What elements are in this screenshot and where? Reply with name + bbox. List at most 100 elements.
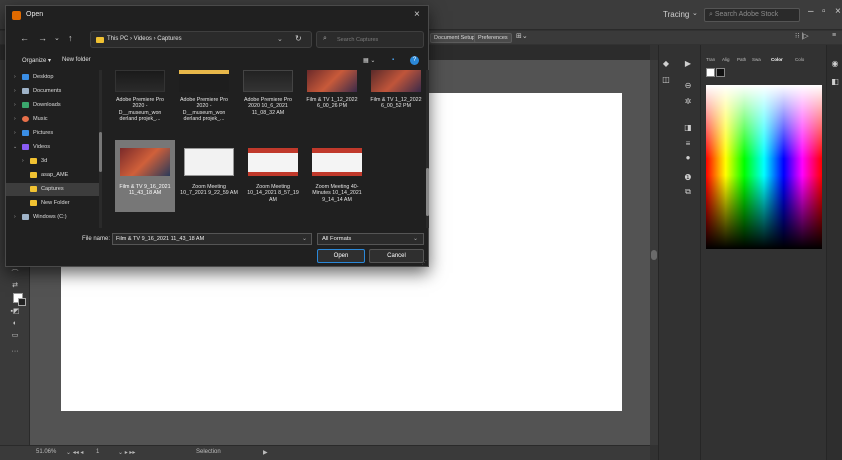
file-name-input[interactable]: Film & TV 9_16_2021 11_43_18 AM <box>112 233 312 245</box>
nav-item-downloads[interactable]: › Downloads <box>6 99 99 112</box>
color-mode-icon[interactable]: ▪◩ <box>10 308 20 316</box>
view-options-icon[interactable]: ▦ ⌄ <box>363 57 375 64</box>
color-spectrum[interactable] <box>706 85 822 249</box>
chevron-right-icon[interactable]: › <box>14 88 16 94</box>
open-button[interactable]: Open <box>317 249 365 263</box>
file-tile[interactable]: Zoom Meeting 40-Minutes 10_14_2021 9_14_… <box>307 140 367 212</box>
file-tile[interactable]: Zoom Meeting 10_7_2021 9_22_59 AM <box>179 140 239 212</box>
chevron-down-icon[interactable]: ⌄ <box>692 9 698 17</box>
properties-icon[interactable]: ◧ <box>830 77 840 87</box>
resize-grip-icon[interactable]: ⋰ <box>422 260 427 266</box>
stroke-icon[interactable]: ≡ <box>683 139 693 149</box>
new-folder-button[interactable]: New folder <box>62 57 91 63</box>
nav-item-asap-ame[interactable]: asap_AME <box>6 169 99 182</box>
artboard-nav-icon[interactable]: ⌄ ▸ ▸▸ <box>118 449 135 456</box>
draw-mode-icon[interactable]: ◐ <box>10 320 20 328</box>
screen-mode-icon[interactable]: ▭ <box>10 332 20 340</box>
more-tools-icon[interactable]: ··· <box>10 348 20 356</box>
graphic-styles-icon[interactable]: ◨ <box>683 123 693 133</box>
preview-pane-icon[interactable]: ▪ <box>392 57 394 63</box>
swap-colors-icon[interactable]: ⇄ <box>10 282 20 290</box>
search-stock-input[interactable]: ⌕ Search Adobe Stock <box>704 8 800 22</box>
chevron-right-icon[interactable]: › <box>14 102 16 108</box>
maximize-icon[interactable]: ▫ <box>822 6 826 17</box>
file-tile[interactable]: Adobe Premiere Pro 2020 - D__museum_won … <box>110 70 170 140</box>
forward-arrow-icon[interactable]: → <box>38 33 47 43</box>
back-arrow-icon[interactable]: ← <box>20 33 29 43</box>
organize-button[interactable]: Organize ▾ <box>22 57 51 64</box>
tab-align[interactable]: Alig <box>722 57 730 62</box>
file-tile[interactable]: Film & TV 1_12_2022 6_00_26 PM <box>302 70 362 140</box>
up-arrow-icon[interactable]: ↑ <box>68 33 73 43</box>
nav-item-music[interactable]: › Music <box>6 113 99 126</box>
search-input[interactable]: ⌕ Search Captures <box>316 31 424 48</box>
minimize-icon[interactable]: – <box>808 6 814 17</box>
symbols-icon[interactable]: ✲ <box>683 97 693 107</box>
fill-color-swatch[interactable] <box>706 68 715 77</box>
chevron-right-icon[interactable]: › <box>14 214 16 220</box>
vertical-scrollbar[interactable] <box>650 60 658 445</box>
tab-pathfinder[interactable]: Path <box>737 57 746 62</box>
file-tile[interactable]: Adobe Premiere Pro 2020 10_6_2021 11_08_… <box>238 70 298 140</box>
transform-icon[interactable]: ⧉ <box>683 187 693 197</box>
file-type-select[interactable]: All Formats <box>317 233 424 245</box>
chevron-down-icon[interactable]: ⌄ <box>13 144 17 150</box>
file-tile[interactable]: Zoom Meeting 10_14_2021 8_57_19 AM <box>243 140 303 212</box>
chevron-right-icon[interactable]: › <box>14 74 16 80</box>
menu-icon[interactable]: ≡ <box>832 32 836 39</box>
nav-item-videos[interactable]: ⌄ Videos <box>6 141 99 154</box>
scroll-thumb[interactable] <box>426 168 429 216</box>
libraries-icon[interactable]: ◉ <box>830 59 840 69</box>
status-mode[interactable]: Selection <box>196 449 221 455</box>
chevron-right-icon[interactable]: › <box>22 158 24 164</box>
file-tile[interactable]: Film & TV 1_12_2022 6_00_52 PM <box>366 70 425 140</box>
close-icon[interactable]: × <box>414 9 420 20</box>
stroke-color-swatch[interactable] <box>716 68 725 77</box>
arrange-icon[interactable]: ⊞⌄ <box>516 32 528 40</box>
tracing-workspace-menu[interactable]: Tracing <box>663 10 689 19</box>
file-tile-selected[interactable]: Film & TV 9_16_2021 11_43_18 AM <box>115 140 175 212</box>
nav-item-captures[interactable]: Captures <box>6 183 99 196</box>
tab-transparency[interactable]: Tran <box>706 57 715 62</box>
chevron-down-icon[interactable]: ⌄ ◂◂ ◂ <box>66 449 83 456</box>
stroke-swatch[interactable] <box>18 298 26 306</box>
tab-color-guide[interactable]: Colo <box>795 57 804 62</box>
file-list-scrollbar[interactable] <box>426 70 429 228</box>
address-bar[interactable]: This PC › Videos › Captures ⌄ ↻ <box>90 31 312 48</box>
file-tile[interactable]: Adobe Premiere Pro 2020 - D__museum_won … <box>174 70 234 140</box>
help-icon[interactable]: ? <box>410 56 419 65</box>
chevron-down-icon[interactable]: ⌄ <box>302 235 307 242</box>
scroll-thumb[interactable] <box>99 132 102 172</box>
layers-icon[interactable]: ◆ <box>661 59 671 69</box>
artboards-icon[interactable]: ◫ <box>661 75 671 85</box>
nav-item-documents[interactable]: › Documents <box>6 85 99 98</box>
nav-item-3d[interactable]: › 3d <box>6 155 99 168</box>
zoom-level[interactable]: 51.06% <box>36 449 56 455</box>
chevron-down-icon[interactable]: ⌄ <box>277 35 283 43</box>
tab-color[interactable]: Color <box>771 57 783 62</box>
artboard-number[interactable]: 1 <box>96 449 99 455</box>
chevron-right-icon[interactable]: › <box>14 130 16 136</box>
chevron-right-icon[interactable]: › <box>14 116 16 122</box>
nav-item-desktop[interactable]: › Desktop <box>6 71 99 84</box>
close-icon[interactable]: × <box>835 6 841 17</box>
nav-item-new-folder[interactable]: New Folder <box>6 197 99 210</box>
scroll-thumb[interactable] <box>651 250 657 260</box>
tab-swatches[interactable]: Swa <box>752 57 761 62</box>
panel-toggle-icon[interactable]: ⁝⁝ |▷ <box>795 32 809 40</box>
nav-pane-scrollbar[interactable] <box>99 70 102 228</box>
breadcrumb[interactable]: This PC › Videos › Captures <box>107 36 182 42</box>
status-arrow-icon[interactable]: ▶ <box>263 449 268 456</box>
appearance-icon[interactable]: ● <box>683 153 693 163</box>
info-icon[interactable]: ❶ <box>683 173 693 183</box>
cancel-button[interactable]: Cancel <box>369 249 424 263</box>
recent-chevron-icon[interactable]: ⌄ <box>54 34 60 42</box>
chevron-down-icon[interactable]: ⌄ <box>413 235 418 242</box>
document-setup-button[interactable]: Document Setup <box>430 33 479 43</box>
preferences-button[interactable]: Preferences <box>474 33 512 43</box>
curvature-tool-icon[interactable]: ⌒ <box>10 270 20 278</box>
refresh-icon[interactable]: ↻ <box>295 34 302 43</box>
nav-item-pictures[interactable]: › Pictures <box>6 127 99 140</box>
nav-item-windows-c[interactable]: › Windows (C:) <box>6 211 99 224</box>
link-icon[interactable]: ⊖ <box>683 81 693 91</box>
